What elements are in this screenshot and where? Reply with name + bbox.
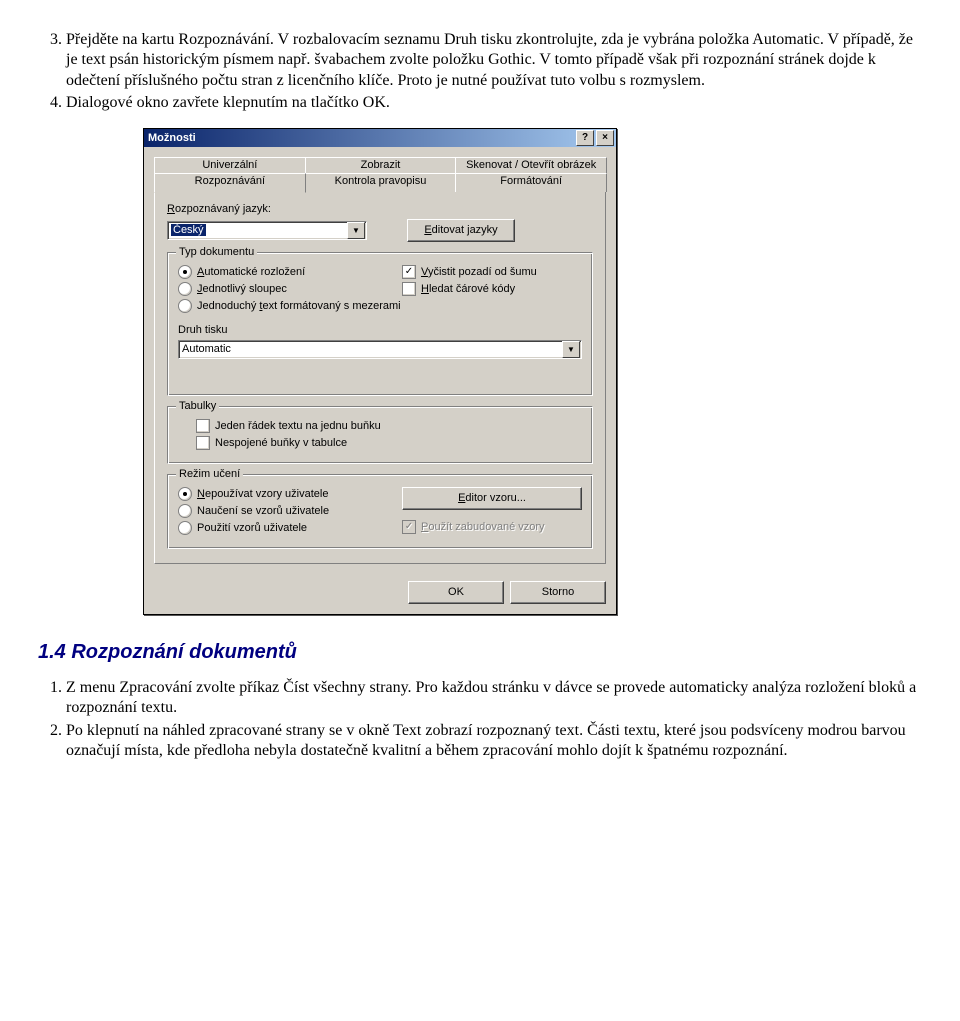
group-learning: Režim učení Nepoužívat vzory uživatele N… (167, 474, 593, 549)
recognition-steps-list: Z menu Zpracování zvolte příkaz Číst vše… (38, 678, 922, 762)
tab-rozpoznavani[interactable]: Rozpoznávání (154, 173, 306, 193)
cancel-button[interactable]: Storno (510, 581, 606, 604)
radio-dot-icon (178, 521, 192, 535)
check-unjoined-cells[interactable]: Nespojené buňky v tabulce (196, 436, 582, 450)
instruction-step-3: Přejděte na kartu Rozpoznávání. V rozbal… (66, 30, 922, 91)
dialog-title: Možnosti (148, 132, 196, 144)
tabstrip: Univerzální Zobrazit Skenovat / Otevřít … (154, 157, 606, 191)
chevron-down-icon[interactable]: ▼ (562, 341, 580, 358)
titlebar[interactable]: Možnosti ? × (144, 129, 616, 147)
radio-auto-layout[interactable]: Automatické rozložení (178, 265, 402, 279)
radio-dot-icon (178, 504, 192, 518)
language-combo[interactable]: Český ▼ (167, 221, 367, 240)
radio-use-patterns[interactable]: Použití vzorů uživatele (178, 521, 402, 535)
instruction-list: Přejděte na kartu Rozpoznávání. V rozbal… (38, 30, 922, 114)
ok-button[interactable]: OK (408, 581, 504, 604)
check-one-row-per-cell[interactable]: Jeden řádek textu na jednu buňku (196, 419, 582, 433)
checkbox-icon (402, 282, 416, 296)
section-heading: 1.4 Rozpoznání dokumentů (38, 641, 922, 664)
radio-learn-patterns[interactable]: Naučení se vzorů uživatele (178, 504, 402, 518)
language-value: Český (171, 224, 206, 236)
radio-simple-text[interactable]: Jednoduchý text formátovaný s mezerami (178, 299, 402, 313)
radio-dot-icon (178, 282, 192, 296)
print-type-combo[interactable]: Automatic ▼ (178, 340, 582, 359)
group-tables: Tabulky Jeden řádek textu na jednu buňku… (167, 406, 593, 464)
language-label: Rozpoznávaný jazyk: (167, 203, 593, 215)
radio-dot-icon (178, 299, 192, 313)
tab-kontrola[interactable]: Kontrola pravopisu (305, 173, 457, 192)
pattern-editor-button[interactable]: Editor vzoru... (402, 487, 582, 510)
help-button[interactable]: ? (576, 130, 594, 146)
radio-no-patterns[interactable]: Nepoužívat vzory uživatele (178, 487, 402, 501)
check-clean-noise[interactable]: ✓ Vyčistit pozadí od šumu (402, 265, 582, 279)
checkbox-icon (196, 419, 210, 433)
checkbox-icon (196, 436, 210, 450)
edit-languages-button[interactable]: Editovat jazyky (407, 219, 515, 242)
radio-single-column[interactable]: Jednotlivý sloupec (178, 282, 402, 296)
tab-panel: Rozpoznávaný jazyk: Český ▼ Editovat jaz… (154, 190, 606, 564)
print-type-label: Druh tisku (178, 324, 582, 336)
recognition-step-1: Z menu Zpracování zvolte příkaz Číst vše… (66, 678, 922, 719)
tab-formatovani[interactable]: Formátování (455, 173, 607, 192)
close-button[interactable]: × (596, 130, 614, 146)
radio-dot-icon (178, 265, 192, 279)
options-dialog: Možnosti ? × Univerzální Zobrazit Skenov… (143, 128, 617, 615)
recognition-step-2: Po klepnutí na náhled zpracované strany … (66, 721, 922, 762)
check-barcodes[interactable]: Hledat čárové kódy (402, 282, 582, 296)
check-builtin-patterns: ✓ Použít zabudované vzory (402, 520, 582, 534)
checkbox-icon: ✓ (402, 520, 416, 534)
print-type-value: Automatic (182, 343, 231, 355)
checkbox-icon: ✓ (402, 265, 416, 279)
group-document-type: Typ dokumentu Automatické rozložení Jedn… (167, 252, 593, 396)
chevron-down-icon[interactable]: ▼ (347, 222, 365, 239)
radio-dot-icon (178, 487, 192, 501)
instruction-step-4: Dialogové okno zavřete klepnutím na tlač… (66, 93, 922, 113)
